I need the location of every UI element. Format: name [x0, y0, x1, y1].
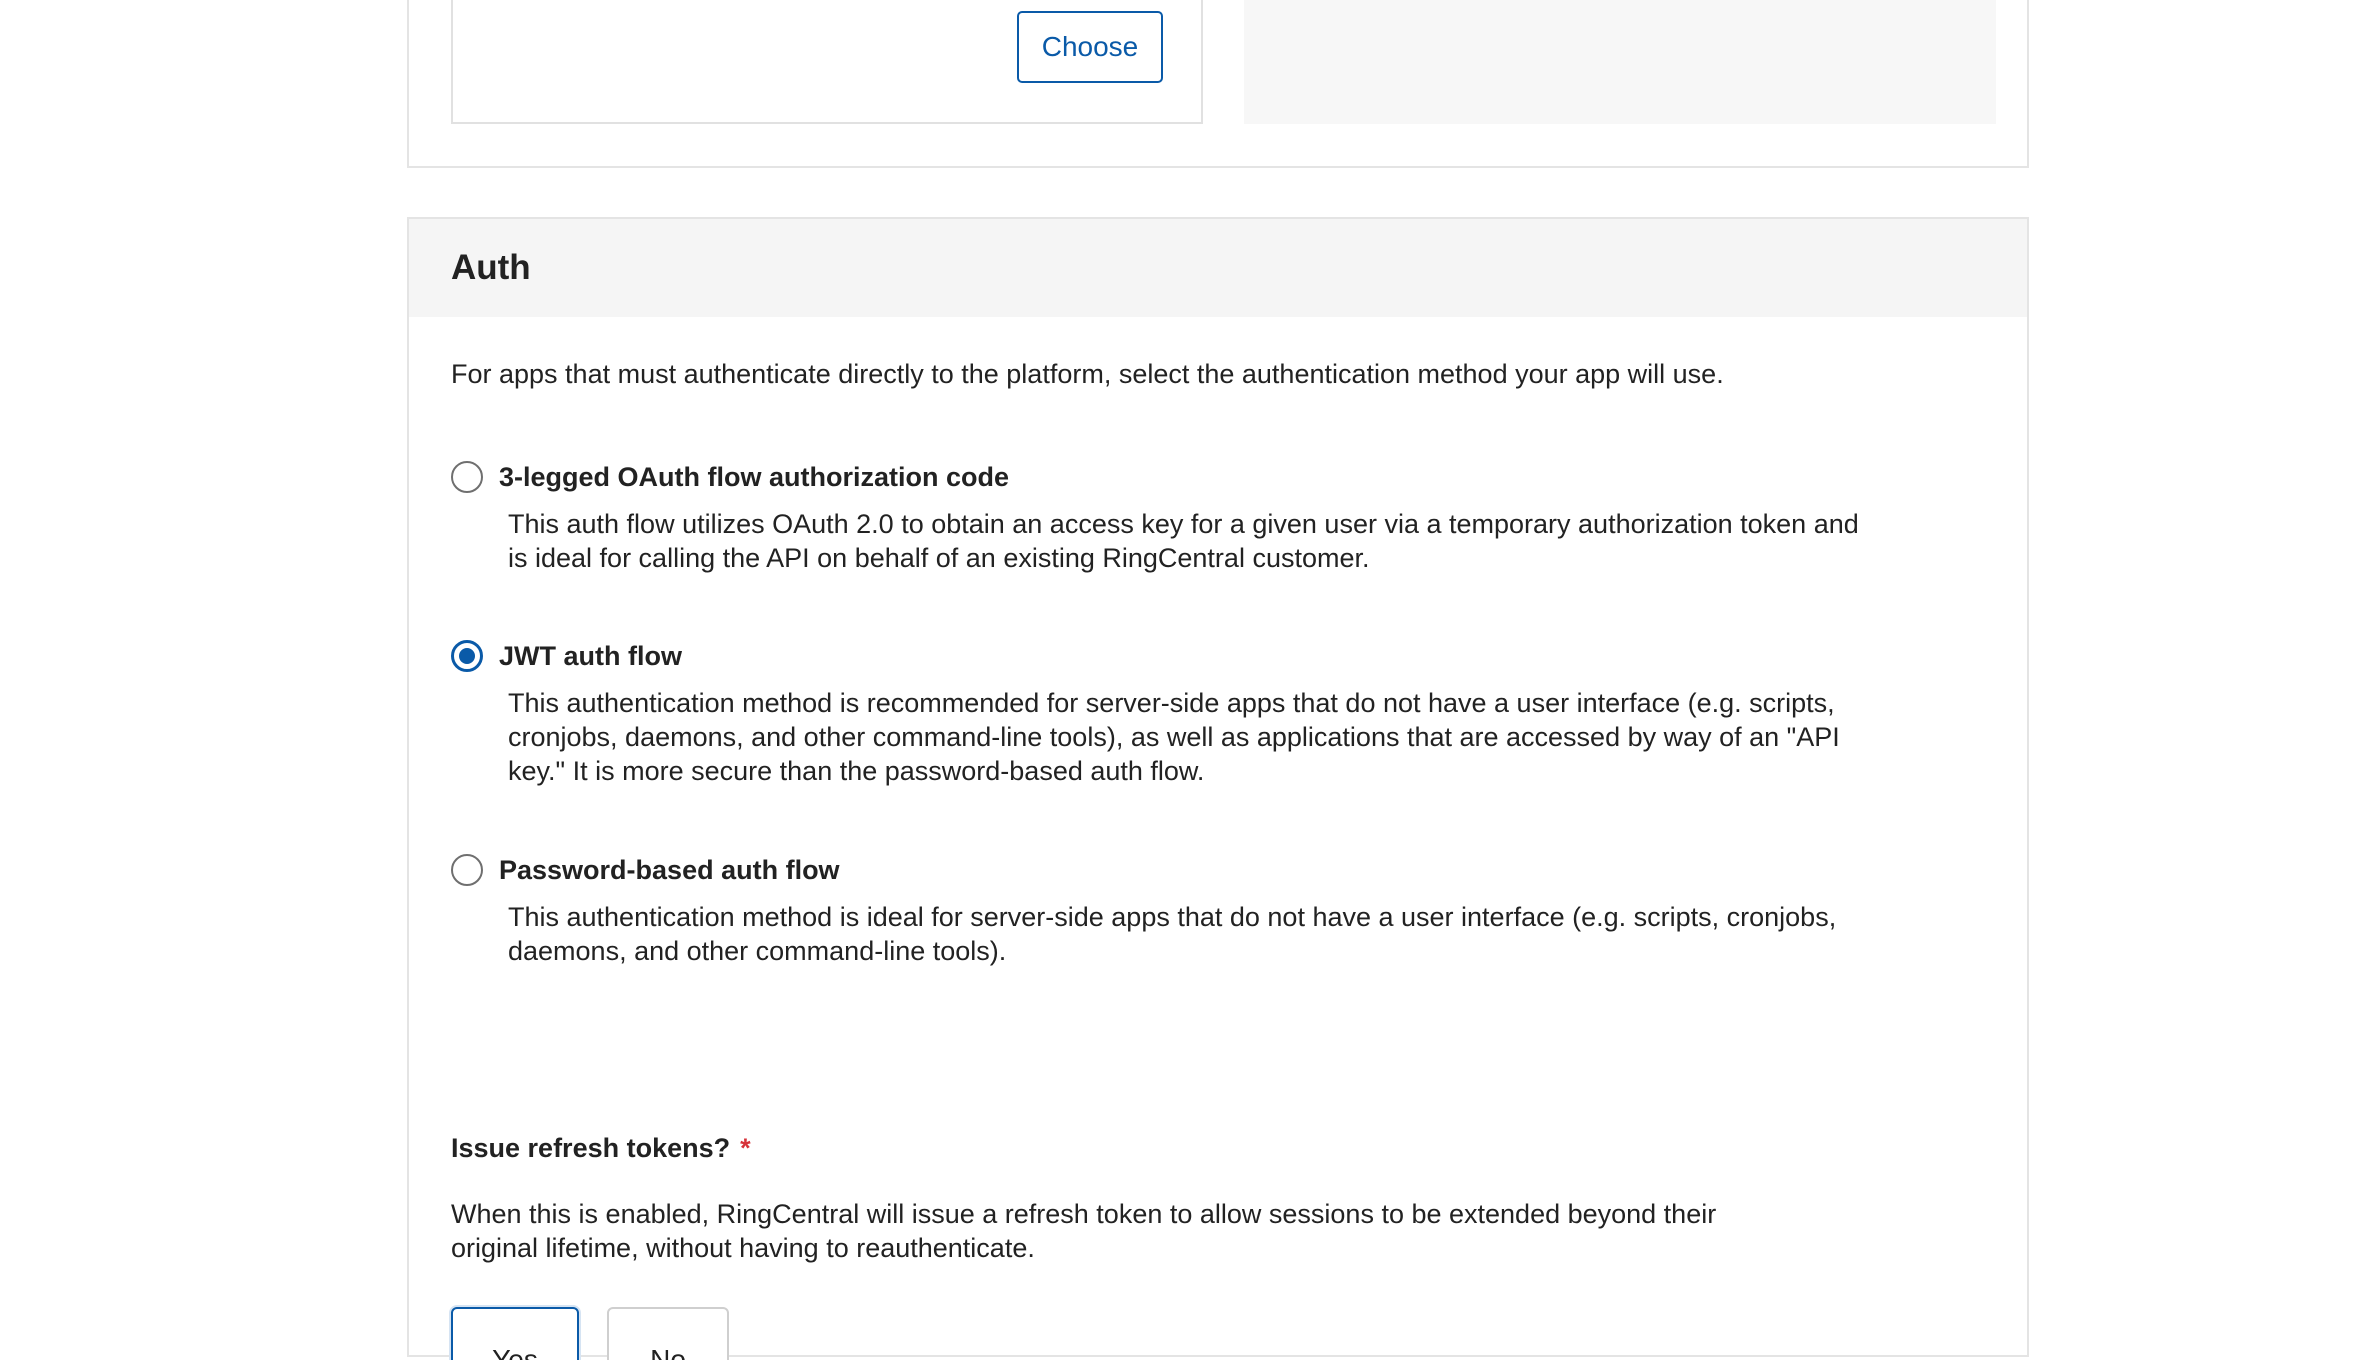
refresh-tokens-description: When this is enabled, RingCentral will i…: [451, 1199, 1717, 1263]
radio-oauth[interactable]: [451, 461, 483, 493]
auth-option-head[interactable]: Password-based auth flow: [451, 854, 1851, 886]
auth-option-password[interactable]: Password-based auth flow This authentica…: [451, 854, 1851, 968]
auth-option-head[interactable]: JWT auth flow: [451, 640, 1851, 672]
auth-section-title: Auth: [451, 248, 531, 287]
file-upload-box: Choose: [451, 0, 1203, 124]
auth-section: Auth For apps that must authenticate dir…: [407, 217, 2029, 1360]
auth-option-label[interactable]: Password-based auth flow: [499, 855, 840, 886]
auth-option-oauth[interactable]: 3-legged OAuth flow authorization code T…: [451, 461, 1859, 575]
refresh-tokens-label: Issue refresh tokens? *: [451, 1133, 751, 1164]
auth-option-description: This authentication method is ideal for …: [508, 902, 1837, 966]
radio-jwt[interactable]: [451, 640, 483, 672]
refresh-tokens-label-text: Issue refresh tokens?: [451, 1133, 731, 1163]
refresh-no-button[interactable]: No: [607, 1307, 729, 1360]
auth-option-head[interactable]: 3-legged OAuth flow authorization code: [451, 461, 1851, 493]
auth-option-description: This authentication method is recommende…: [508, 688, 1840, 786]
image-preview-area: [1244, 0, 1996, 124]
refresh-yes-button[interactable]: Yes: [451, 1307, 579, 1360]
app-settings-page: Choose Auth For apps that must authentic…: [0, 0, 2380, 1360]
auth-option-label[interactable]: 3-legged OAuth flow authorization code: [499, 462, 1009, 493]
auth-option-jwt[interactable]: JWT auth flow This authentication method…: [451, 640, 1851, 788]
radio-password[interactable]: [451, 854, 483, 886]
required-indicator: *: [740, 1133, 751, 1163]
auth-option-label[interactable]: JWT auth flow: [499, 641, 682, 672]
upload-card: Choose: [407, 0, 2029, 168]
auth-section-header: Auth: [409, 219, 2027, 317]
auth-intro-text: For apps that must authenticate directly…: [451, 359, 1724, 389]
choose-file-button[interactable]: Choose: [1017, 11, 1163, 83]
auth-option-description: This auth flow utilizes OAuth 2.0 to obt…: [508, 509, 1859, 573]
